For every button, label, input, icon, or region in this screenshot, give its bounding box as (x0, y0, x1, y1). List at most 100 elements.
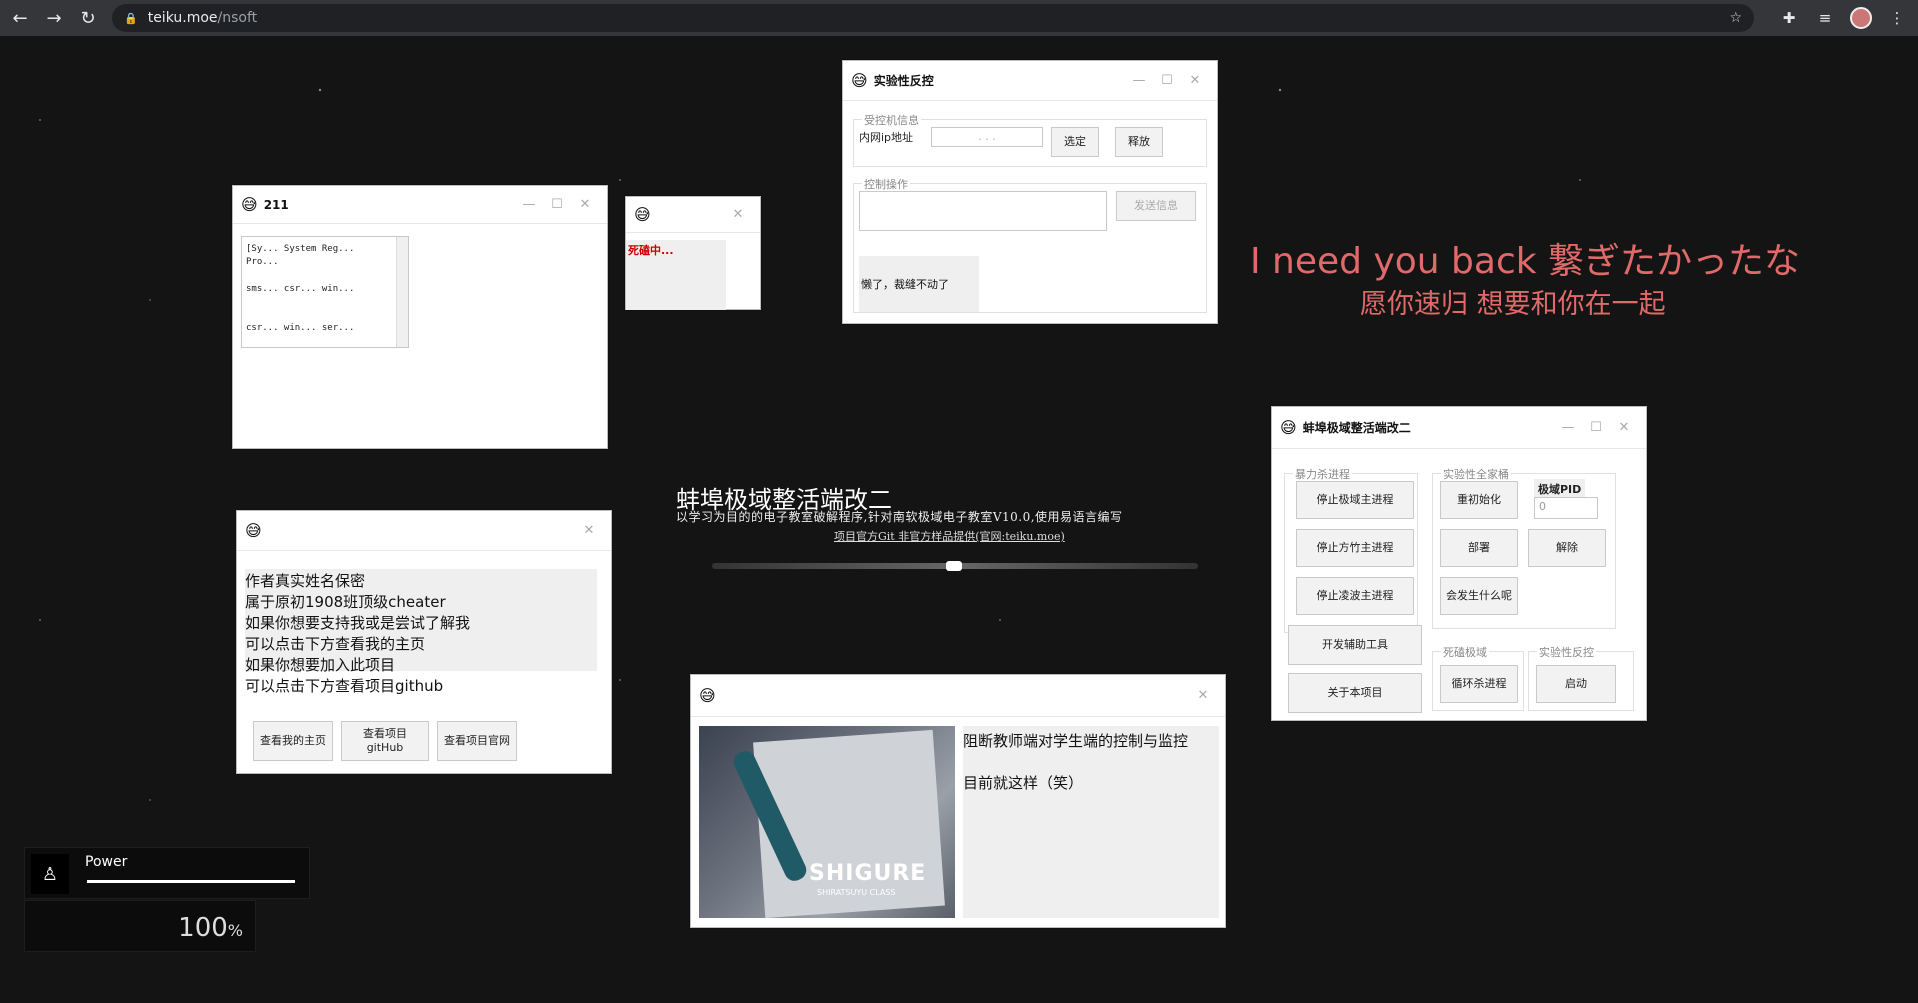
project-subtitle: 以学习为目的的电子教室破解程序,针对南软极域电子教室V10.0,使用易语言编写 (676, 510, 1123, 524)
reading-list-icon[interactable]: ≡ (1814, 9, 1836, 27)
maximize-icon[interactable]: ☐ (1582, 420, 1610, 435)
minimize-icon[interactable]: — (515, 197, 543, 212)
project-link[interactable]: 项目官方Git 非官方样品提供(官网:teiku.moe) (834, 528, 1065, 544)
app-icon: 😅 (1280, 418, 1297, 437)
scrollbar[interactable] (396, 237, 408, 347)
group-label: 实验性反控 (1537, 644, 1596, 660)
info-line: 可以点击下方查看我的主页 (245, 635, 426, 653)
list-item: csr... win... ser... (246, 323, 355, 333)
power-percent-box: 100% (24, 900, 256, 952)
what-happens-button[interactable]: 会发生什么呢 (1440, 577, 1518, 615)
maximize-icon[interactable]: ☐ (543, 197, 571, 212)
power-bar (87, 880, 295, 883)
app-icon: 😅 (699, 686, 716, 705)
description-line: 目前就这样（笑） (963, 774, 1084, 792)
list-item: [Sy... System Reg... (246, 244, 355, 254)
stop-fangzhu-button[interactable]: 停止方竹主进程 (1296, 529, 1414, 567)
app-icon: 😅 (634, 205, 651, 224)
lyric-line-2: 愿你速归 想要和你在一起 (1360, 289, 1666, 320)
ip-address-field[interactable]: . . . (931, 127, 1043, 147)
about-button[interactable]: 关于本项目 (1288, 673, 1422, 713)
status-panel: 懒了，裁缝不动了 (859, 256, 979, 312)
app-icon: 😅 (851, 71, 868, 90)
author-info-panel: 作者真实姓名保密 属于原初1908班顶级cheater 如果你想要支持我或是尝试… (245, 569, 597, 695)
list-item: sms... csr... win... (246, 284, 355, 294)
window-author: 😅 ✕ 作者真实姓名保密 属于原初1908班顶级cheater 如果你想要支持我… (236, 510, 612, 774)
minimize-icon[interactable]: — (1125, 73, 1153, 88)
description-line: 阻断教师端对学生端的控制与监控 (963, 732, 1189, 750)
group-label: 控制操作 (862, 176, 910, 192)
deploy-button[interactable]: 部署 (1440, 529, 1518, 567)
app-icon: 😅 (241, 195, 258, 214)
message-input[interactable] (859, 191, 1107, 231)
description-panel: 阻断教师端对学生端的控制与监控 目前就这样（笑） (963, 726, 1219, 918)
forward-icon[interactable]: → (44, 8, 64, 29)
window-211: 😅 211 — ☐ ✕ [Sy... System Reg... Pro... … (232, 185, 608, 449)
window-title: 蚌埠极域整活端改二 (1302, 421, 1411, 435)
button-label: 查看项目 (363, 726, 407, 740)
loop-kill-button[interactable]: 循环杀进程 (1440, 665, 1518, 703)
group-label: 实验性全家桶 (1441, 466, 1511, 482)
group-label: 暴力杀进程 (1293, 466, 1352, 482)
window-title: 211 (263, 197, 289, 212)
character-icon: ♙ (31, 854, 69, 894)
group-label: 受控机信息 (862, 112, 921, 128)
bookmark-star-icon[interactable]: ☆ (1729, 10, 1742, 26)
button-label: gitHub (366, 741, 404, 754)
address-bar[interactable]: 🔒 teiku.moe/nsoft ☆ (112, 4, 1754, 32)
view-website-button[interactable]: 查看项目官网 (437, 721, 517, 761)
shigure-logo: SHIGURE (809, 861, 927, 886)
browser-toolbar: ← → ↻ 🔒 teiku.moe/nsoft ☆ ✚ ≡ ⋮ (0, 0, 1918, 36)
reinit-button[interactable]: 重初始化 (1440, 481, 1518, 519)
power-widget: ♙ Power (24, 847, 310, 899)
select-button[interactable]: 选定 (1051, 127, 1099, 157)
send-message-button[interactable]: 发送信息 (1116, 191, 1196, 221)
sketch-photo: SHIGURE SHIRATSUYU CLASS (699, 726, 955, 918)
view-github-button[interactable]: 查看项目 gitHub (341, 721, 429, 761)
progress-slider-thumb[interactable] (946, 561, 962, 571)
pid-label: 极域PID (1534, 479, 1586, 499)
back-icon[interactable]: ← (10, 8, 30, 29)
reload-icon[interactable]: ↻ (78, 8, 98, 29)
info-line: 属于原初1908班顶级cheater (245, 593, 446, 611)
close-icon[interactable]: ✕ (571, 197, 599, 212)
stop-jiyu-button[interactable]: 停止极域主进程 (1296, 481, 1414, 519)
lyric-line-1: I need you back 繋ぎたかったな (1250, 241, 1801, 282)
info-line: 可以点击下方查看项目github (245, 677, 444, 695)
app-icon: 😅 (245, 521, 262, 540)
ip-label: 内网ip地址 (859, 131, 914, 144)
power-percent: 100% (178, 913, 243, 943)
stop-lingbo-button[interactable]: 停止凌波主进程 (1296, 577, 1414, 615)
close-icon[interactable]: ✕ (1181, 73, 1209, 88)
lock-icon: 🔒 (124, 11, 138, 25)
dying-status: 死磕中... (628, 244, 674, 257)
group-label: 死磕极域 (1441, 644, 1489, 660)
window-main-tool: 😅 蚌埠极域整活端改二 — ☐ ✕ 暴力杀进程 停止极域主进程 停止方竹主进程 … (1271, 406, 1647, 721)
remove-button[interactable]: 解除 (1528, 529, 1606, 567)
dying-panel: 死磕中... (626, 240, 726, 310)
info-line: 如果你想要加入此项目 (245, 656, 396, 674)
maximize-icon[interactable]: ☐ (1153, 73, 1181, 88)
extensions-icon[interactable]: ✚ (1778, 9, 1800, 27)
window-image: 😅 ✕ SHIGURE SHIRATSUYU CLASS 阻断教师端对学生端的控… (690, 674, 1226, 928)
view-homepage-button[interactable]: 查看我的主页 (253, 721, 333, 761)
release-button[interactable]: 释放 (1115, 127, 1163, 157)
minimize-icon[interactable]: — (1554, 420, 1582, 435)
power-label: Power (85, 854, 128, 870)
profile-avatar[interactable] (1850, 7, 1872, 29)
window-experimental-control: 😅 实验性反控 — ☐ ✕ 受控机信息 内网ip地址 . . . 选定 释放 控… (842, 60, 1218, 324)
close-icon[interactable]: ✕ (724, 207, 752, 222)
info-line: 作者真实姓名保密 (245, 572, 366, 590)
shigure-logo-sub: SHIRATSUYU CLASS (817, 888, 896, 897)
menu-icon[interactable]: ⋮ (1886, 9, 1908, 27)
window-title: 实验性反控 (873, 74, 934, 88)
url-host: teiku.moe (147, 10, 218, 26)
close-icon[interactable]: ✕ (1610, 420, 1638, 435)
close-icon[interactable]: ✕ (1189, 688, 1217, 703)
pid-input[interactable]: 0 (1534, 497, 1598, 519)
process-list[interactable]: [Sy... System Reg... Pro... sms... csr..… (241, 236, 409, 348)
start-control-button[interactable]: 启动 (1536, 665, 1616, 703)
dev-tools-button[interactable]: 开发辅助工具 (1288, 625, 1422, 665)
info-line: 如果你想要支持我或是尝试了解我 (245, 614, 471, 632)
close-icon[interactable]: ✕ (575, 523, 603, 538)
